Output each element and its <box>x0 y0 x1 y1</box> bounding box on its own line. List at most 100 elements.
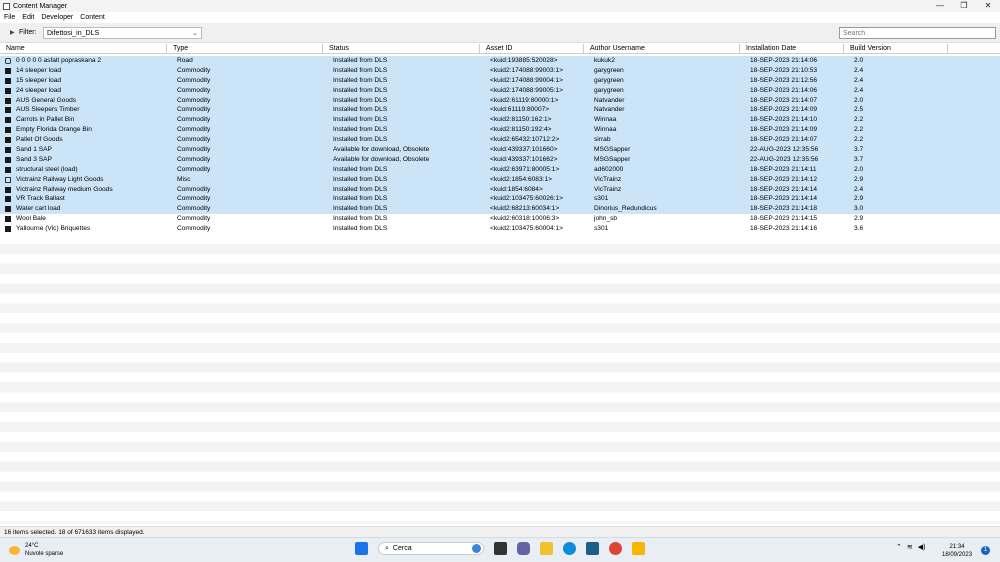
cell-type: Commodity <box>177 146 211 154</box>
cell-author: MSGSapper <box>594 155 631 163</box>
cell-asset-id: <kuid2:174088:99004:1> <box>490 76 563 84</box>
status-bar: 16 items selected. 18 of 671633 items di… <box>0 526 1000 537</box>
file-explorer-icon[interactable] <box>540 542 553 555</box>
cell-status: Installed from DLS <box>333 215 388 223</box>
edge-icon[interactable] <box>563 542 576 555</box>
cell-build-version: 2.9 <box>854 195 864 203</box>
table-row[interactable]: Water cart load Commodity Installed from D… <box>0 204 1000 215</box>
commodity-icon <box>5 186 11 193</box>
cell-build-version: 2.2 <box>854 116 864 124</box>
cell-build-version: 2.0 <box>854 165 864 173</box>
column-author[interactable]: Author Username <box>584 44 740 54</box>
taskbar-search-label: Cerca <box>392 545 412 552</box>
table-row[interactable]: Empty Florida Orange Bin Commodity Install… <box>0 125 1000 136</box>
cell-type: Commodity <box>177 195 211 203</box>
filter-value: Difettosi_in_DLS <box>47 30 100 37</box>
table-row[interactable]: VR Track Ballast Commodity Installed from … <box>0 194 1000 205</box>
cell-status: Installed from DLS <box>333 86 388 94</box>
weather-widget[interactable]: 24°C Nuvole sparse <box>9 542 63 558</box>
table-row[interactable]: structural steel (load) Commodity Installe… <box>0 164 1000 175</box>
column-name[interactable]: Name <box>0 44 167 54</box>
title-bar: Content Manager — ❐ ✕ <box>0 0 1000 12</box>
cell-name: VR Track Ballast <box>16 195 65 203</box>
table-row[interactable]: 14 sleeper load Commodity Installed from D… <box>0 65 1000 76</box>
table-row[interactable]: 0 0 0 0 0 asfalt popraskana 2 Road Install… <box>0 56 1000 66</box>
cell-author: Natvander <box>594 96 625 104</box>
table-row[interactable]: AUS General Goods Commodity Installed from… <box>0 95 1000 106</box>
column-type[interactable]: Type <box>167 44 323 54</box>
cell-type: Commodity <box>177 96 211 104</box>
menu-content[interactable]: Content <box>80 14 105 21</box>
clock[interactable]: 21:34 18/09/2023 <box>942 543 972 559</box>
column-asset-id[interactable]: Asset ID <box>480 44 584 54</box>
table-row[interactable]: Victrainz Railway medium Goods Commodity I… <box>0 184 1000 195</box>
table-row[interactable]: Yallourne (Vic) Briquettes Commodity Insta… <box>0 224 1000 234</box>
bing-icon <box>472 544 481 553</box>
table-row[interactable]: Victrainz Railway Light Goods Misc Install… <box>0 174 1000 185</box>
cell-author: garygreen <box>594 76 624 84</box>
chrome-icon[interactable] <box>609 542 622 555</box>
table-row[interactable]: Pallet Of Goods Commodity Installed from D… <box>0 135 1000 146</box>
wifi-icon[interactable]: ≋ <box>907 543 913 551</box>
cell-build-version: 2.9 <box>854 215 864 223</box>
column-header: Name Type Status Asset ID Author Usernam… <box>0 44 1000 54</box>
column-build-version[interactable]: Build Version <box>844 44 948 54</box>
taskbar-search[interactable]: ⌕ Cerca <box>378 542 484 555</box>
chevron-up-icon[interactable]: ⌃ <box>896 543 902 551</box>
cell-installation-date: 18-SEP-2023 21:14:09 <box>750 106 818 114</box>
teams-chat-icon[interactable] <box>517 542 530 555</box>
cell-asset-id: <kuid2:174088:99003:1> <box>490 66 563 74</box>
cell-name: Pallet Of Goods <box>16 136 63 144</box>
windows-start-icon[interactable] <box>355 542 368 555</box>
table-row[interactable]: 15 sleeper load Commodity Installed from D… <box>0 75 1000 86</box>
taskbar: 24°C Nuvole sparse ⌕ Cerca ⌃ ≋ ◀) 21:34 1… <box>0 537 1000 562</box>
filter-dropdown[interactable]: Difettosi_in_DLS ⌄ <box>43 27 202 39</box>
cell-asset-id: <kuid2:103475:60026:1> <box>490 195 563 203</box>
column-installation-date[interactable]: Installation Date <box>740 44 844 54</box>
close-button[interactable]: ✕ <box>976 0 1000 12</box>
commodity-icon <box>5 147 11 154</box>
cell-build-version: 2.2 <box>854 136 864 144</box>
cell-author: VicTrainz <box>594 185 622 193</box>
cell-build-version: 2.4 <box>854 185 864 193</box>
cell-author: s301 <box>594 225 609 233</box>
cell-status: Installed from DLS <box>333 66 388 74</box>
table-row[interactable]: 24 sleeper load Commodity Installed from D… <box>0 85 1000 96</box>
table-row[interactable]: Carrots in Pallet Bin Commodity Installed … <box>0 115 1000 126</box>
search-icon: ⌕ <box>385 545 389 552</box>
menu-file[interactable]: File <box>4 14 15 21</box>
table-row[interactable]: Sand 3 SAP Commodity Available for downloa… <box>0 154 1000 165</box>
search-input[interactable] <box>839 27 996 39</box>
cell-status: Installed from DLS <box>333 195 388 203</box>
cell-asset-id: <kuid2:81150:192:4> <box>490 126 552 134</box>
task-view-icon[interactable] <box>494 542 507 555</box>
table-row[interactable]: AUS Sleepers Timber Commodity Installed fr… <box>0 105 1000 116</box>
minimize-button[interactable]: — <box>928 0 952 12</box>
maximize-button[interactable]: ❐ <box>952 0 976 12</box>
cell-installation-date: 18-SEP-2023 21:14:06 <box>750 86 818 94</box>
volume-icon[interactable]: ◀) <box>918 543 926 551</box>
folder-app-icon[interactable] <box>632 542 645 555</box>
cell-asset-id: <kuid:439337:101660> <box>490 146 558 154</box>
notification-badge[interactable]: 1 <box>981 546 990 555</box>
cell-name: Carrots in Pallet Bin <box>16 116 75 124</box>
table-row[interactable]: Sand 1 SAP Commodity Available for downloa… <box>0 145 1000 155</box>
menu-developer[interactable]: Developer <box>41 14 73 21</box>
cell-name: AUS Sleepers Timber <box>16 106 80 114</box>
cell-build-version: 2.4 <box>854 86 864 94</box>
expand-filter-icon[interactable]: ▶ <box>10 29 15 36</box>
cell-build-version: 3.0 <box>854 205 864 213</box>
cell-installation-date: 18-SEP-2023 21:14:07 <box>750 96 818 104</box>
cell-name: Sand 3 SAP <box>16 155 52 163</box>
system-tray: ⌃ ≋ ◀) <box>896 543 930 551</box>
cell-status: Installed from DLS <box>333 126 388 134</box>
column-status[interactable]: Status <box>323 44 480 54</box>
table-row[interactable]: Wool Bale Commodity Installed from DLS <kui… <box>0 214 1000 224</box>
cell-installation-date: 18-SEP-2023 21:14:16 <box>750 225 818 233</box>
clock-time: 21:34 <box>949 544 965 550</box>
cell-asset-id: <kuid:1854:6084> <box>490 185 543 193</box>
cell-status: Installed from DLS <box>333 175 388 183</box>
menu-edit[interactable]: Edit <box>22 14 34 21</box>
store-icon[interactable] <box>586 542 599 555</box>
cell-build-version: 2.9 <box>854 175 864 183</box>
